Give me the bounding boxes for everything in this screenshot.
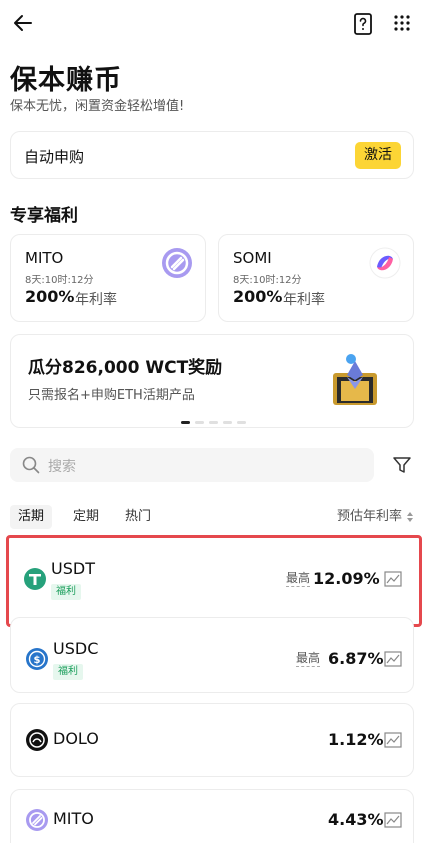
search-placeholder: 搜索 <box>48 459 76 475</box>
promo-card-mito[interactable]: MITO 8天:10时:12分 200% 年利率 <box>10 234 206 322</box>
product-tabs: 活期 定期 热门 预估年利率 <box>10 505 414 529</box>
apr-value: 4.43% <box>328 810 384 829</box>
usdc-icon: $ <box>26 648 48 670</box>
chart-icon[interactable] <box>384 732 402 748</box>
promo-coin-name: MITO <box>25 249 64 267</box>
sort-arrows-icon <box>407 511 413 522</box>
arrow-left-icon[interactable] <box>10 10 36 36</box>
carousel-dot[interactable] <box>209 421 218 424</box>
benefit-badge: 福利 <box>51 584 81 600</box>
auto-subscribe-card: 自动申购 激活 <box>10 131 414 179</box>
promo-rate: 200% <box>233 287 283 306</box>
carousel-dot[interactable] <box>181 421 190 424</box>
product-row-usdt[interactable]: USDT 福利 最高 12.09% <box>6 535 422 627</box>
apr-value: 12.09% <box>313 569 380 588</box>
promo-countdown: 8天:10时:12分 <box>233 275 302 286</box>
promo-card-somi[interactable]: SOMI 8天:10时:12分 200% 年利率 <box>218 234 414 322</box>
usdt-icon <box>24 568 46 590</box>
banner-subtitle: 只需报名+申购ETH活期产品 <box>28 388 195 403</box>
tab-hot[interactable]: 热门 <box>125 505 151 529</box>
svg-text:$: $ <box>34 655 41 666</box>
chart-icon[interactable] <box>384 651 402 667</box>
dolo-icon <box>26 729 48 751</box>
grid-dots-icon[interactable] <box>392 13 412 33</box>
product-row-usdc[interactable]: $ USDC 福利 最高 6.87% <box>10 617 414 693</box>
activate-button[interactable]: 激活 <box>355 142 401 169</box>
mito-coin-icon <box>162 248 192 278</box>
carousel-dot[interactable] <box>237 421 246 424</box>
top-bar <box>0 0 428 48</box>
product-name: MITO <box>53 809 94 828</box>
tab-flexible[interactable]: 活期 <box>10 505 53 529</box>
product-name: USDC <box>53 639 99 658</box>
somi-coin-icon <box>369 247 401 279</box>
apr-value: 6.87% <box>328 649 384 668</box>
product-row-dolo[interactable]: DOLO 1.12% <box>10 703 414 777</box>
promo-coin-name: SOMI <box>233 249 272 267</box>
apr-value: 1.12% <box>328 730 384 749</box>
promo-countdown: 8天:10时:12分 <box>25 275 94 286</box>
product-name: USDT <box>51 559 95 578</box>
chart-icon[interactable] <box>384 571 402 587</box>
page-subtitle: 保本无忧，闲置资金轻松增值! <box>10 99 185 114</box>
page-title: 保本赚币 <box>10 65 122 96</box>
carousel-dot[interactable] <box>195 421 204 424</box>
promo-rate-label: 年利率 <box>75 292 117 308</box>
product-row-mito[interactable]: MITO 4.43% <box>10 789 414 843</box>
max-label: 最高 <box>296 651 321 667</box>
filter-icon[interactable] <box>392 456 412 474</box>
product-name: DOLO <box>53 729 99 748</box>
chart-icon[interactable] <box>384 812 402 828</box>
promo-rate: 200% <box>25 287 75 306</box>
banner-title: 瓜分826,000 WCT奖励 <box>28 358 223 378</box>
exclusive-section-title: 专享福利 <box>10 206 78 226</box>
sort-by-apr[interactable]: 预估年利率 <box>337 505 414 529</box>
max-label: 最高 <box>286 571 311 587</box>
tab-fixed[interactable]: 定期 <box>73 505 99 529</box>
carousel-dot[interactable] <box>223 421 232 424</box>
promo-rate-label: 年利率 <box>283 292 325 308</box>
mito-icon <box>26 809 48 831</box>
auto-subscribe-label: 自动申购 <box>24 148 85 166</box>
help-book-icon[interactable] <box>352 12 374 36</box>
carousel-indicator <box>181 421 261 425</box>
benefit-badge: 福利 <box>53 664 83 680</box>
search-icon <box>22 456 40 474</box>
promo-banner[interactable]: 瓜分826,000 WCT奖励 只需报名+申购ETH活期产品 <box>10 334 414 428</box>
eth-treasure-icon <box>333 354 377 405</box>
sort-label: 预估年利率 <box>336 509 402 524</box>
search-input[interactable]: 搜索 <box>10 448 374 482</box>
